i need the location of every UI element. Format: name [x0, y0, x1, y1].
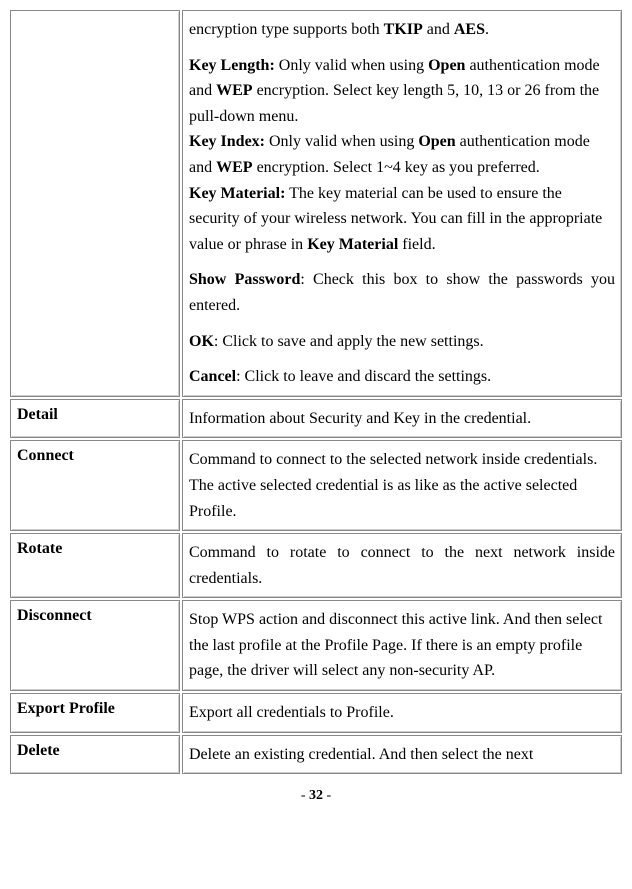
text: and — [423, 21, 454, 38]
definitions-table: encryption type supports both TKIP and A… — [8, 8, 624, 776]
table-row: Disconnect Stop WPS action and disconnec… — [10, 600, 622, 691]
bold-text: OK — [189, 333, 214, 350]
row-label-cell: Connect — [10, 440, 180, 531]
bold-text: Show Password — [189, 271, 300, 288]
row-desc: Stop WPS action and disconnect this acti… — [189, 607, 615, 684]
text: encryption type supports both — [189, 21, 384, 38]
text: Only valid when using — [265, 133, 418, 150]
paragraph: encryption type supports both TKIP and A… — [189, 17, 615, 43]
bold-text: Key Index: — [189, 133, 265, 150]
row-label-cell: Delete — [10, 735, 180, 775]
row-label: Delete — [17, 742, 60, 759]
row-label-cell: Detail — [10, 399, 180, 439]
document-page: encryption type supports both TKIP and A… — [8, 8, 624, 804]
row-label: Disconnect — [17, 607, 92, 624]
bold-text: Key Material: — [189, 185, 285, 202]
table-row: encryption type supports both TKIP and A… — [10, 10, 622, 397]
row-desc-cell: Command to connect to the selected netwo… — [182, 440, 622, 531]
row-label-cell — [10, 10, 180, 397]
table-row: Delete Delete an existing credential. An… — [10, 735, 622, 775]
row-desc: Command to connect to the selected netwo… — [189, 447, 615, 524]
row-label-cell: Export Profile — [10, 693, 180, 733]
row-label: Detail — [17, 406, 58, 423]
row-desc: Export all credentials to Profile. — [189, 700, 615, 726]
row-desc: Command to rotate to connect to the next… — [189, 540, 615, 591]
page-number-value: 32 — [309, 788, 323, 803]
bold-text: TKIP — [384, 21, 423, 38]
bold-text: Key Material — [307, 236, 398, 253]
page-number: - 32 - — [8, 788, 624, 804]
row-desc-cell: Delete an existing credential. And then … — [182, 735, 622, 775]
bold-text: Open — [418, 133, 455, 150]
row-label-cell: Rotate — [10, 533, 180, 598]
row-desc-cell: Export all credentials to Profile. — [182, 693, 622, 733]
bold-text: WEP — [216, 159, 252, 176]
row-label-cell: Disconnect — [10, 600, 180, 691]
text: - — [301, 788, 309, 803]
text: : Click to leave and discard the setting… — [236, 368, 491, 385]
row-desc-cell: Command to rotate to connect to the next… — [182, 533, 622, 598]
row-desc-cell: Stop WPS action and disconnect this acti… — [182, 600, 622, 691]
table-row: Detail Information about Security and Ke… — [10, 399, 622, 439]
paragraph: Show Password: Check this box to show th… — [189, 267, 615, 318]
paragraph: OK: Click to save and apply the new sett… — [189, 329, 615, 355]
text: : Click to save and apply the new settin… — [214, 333, 484, 350]
table-row: Rotate Command to rotate to connect to t… — [10, 533, 622, 598]
bold-text: AES — [454, 21, 485, 38]
bold-text: Open — [428, 57, 465, 74]
table-row: Export Profile Export all credentials to… — [10, 693, 622, 733]
text: encryption. Select 1~4 key as you prefer… — [253, 159, 540, 176]
paragraph: Key Length: Only valid when using Open a… — [189, 53, 615, 130]
row-desc-cell: encryption type supports both TKIP and A… — [182, 10, 622, 397]
row-label: Rotate — [17, 540, 62, 557]
text: . — [485, 21, 489, 38]
row-desc: Delete an existing credential. And then … — [189, 742, 615, 768]
bold-text: Cancel — [189, 368, 236, 385]
table-row: Connect Command to connect to the select… — [10, 440, 622, 531]
paragraph: Cancel: Click to leave and discard the s… — [189, 364, 615, 390]
text: - — [323, 788, 331, 803]
row-desc: Information about Security and Key in th… — [189, 406, 615, 432]
paragraph: Key Material: The key material can be us… — [189, 181, 615, 258]
text: field. — [398, 236, 435, 253]
bold-text: WEP — [216, 82, 252, 99]
row-label: Export Profile — [17, 700, 115, 717]
row-desc-cell: Information about Security and Key in th… — [182, 399, 622, 439]
text: Only valid when using — [275, 57, 428, 74]
bold-text: Key Length: — [189, 57, 275, 74]
paragraph: Key Index: Only valid when using Open au… — [189, 129, 615, 180]
row-label: Connect — [17, 447, 74, 464]
